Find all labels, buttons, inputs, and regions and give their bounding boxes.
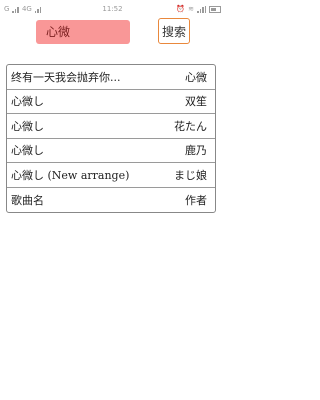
song-artist: 双笙 bbox=[185, 95, 207, 109]
alarm-icon: ⏰ bbox=[176, 5, 186, 13]
signal-icon-2 bbox=[34, 6, 42, 13]
cell-signal-icon bbox=[197, 5, 206, 13]
column-header-song: 歌曲名 bbox=[11, 193, 44, 207]
battery-icon bbox=[209, 5, 221, 13]
list-item[interactable]: 心微し 鹿乃 bbox=[7, 139, 215, 163]
status-bar: G 4G ⏰ ≋ bbox=[0, 0, 225, 18]
song-artist: 鹿乃 bbox=[185, 144, 207, 158]
song-title: 心微し bbox=[11, 144, 44, 158]
song-title: 终有一天我会抛弃你... bbox=[11, 70, 121, 84]
status-left: G 4G bbox=[4, 5, 42, 13]
song-title: 心微し (New arrange) bbox=[11, 168, 130, 182]
status-right: ⏰ ≋ bbox=[176, 5, 221, 13]
status-left-text: G bbox=[4, 5, 10, 13]
song-title: 心微し bbox=[11, 95, 44, 109]
column-header-artist: 作者 bbox=[185, 193, 207, 207]
song-artist: 心微 bbox=[185, 70, 207, 84]
results-list: 终有一天我会抛弃你... 心微 心微し 双笙 心微し 花たん 心微し 鹿乃 心微… bbox=[6, 64, 216, 213]
song-artist: まじ娘 bbox=[174, 168, 207, 182]
list-item[interactable]: 心微し 双笙 bbox=[7, 90, 215, 114]
search-button[interactable]: 搜索 bbox=[158, 18, 190, 44]
signal-icon bbox=[12, 6, 19, 13]
list-item[interactable]: 心微し (New arrange) まじ娘 bbox=[7, 163, 215, 188]
wifi-icon: ≋ bbox=[188, 5, 194, 13]
list-item[interactable]: 终有一天我会抛弃你... 心微 bbox=[7, 65, 215, 90]
song-artist: 花たん bbox=[174, 119, 207, 133]
search-input[interactable]: 心微 bbox=[36, 20, 130, 44]
list-header-row: 歌曲名 作者 bbox=[7, 188, 215, 213]
list-item[interactable]: 心微し 花たん bbox=[7, 114, 215, 139]
network-type: 4G bbox=[21, 5, 32, 13]
song-title: 心微し bbox=[11, 119, 44, 133]
